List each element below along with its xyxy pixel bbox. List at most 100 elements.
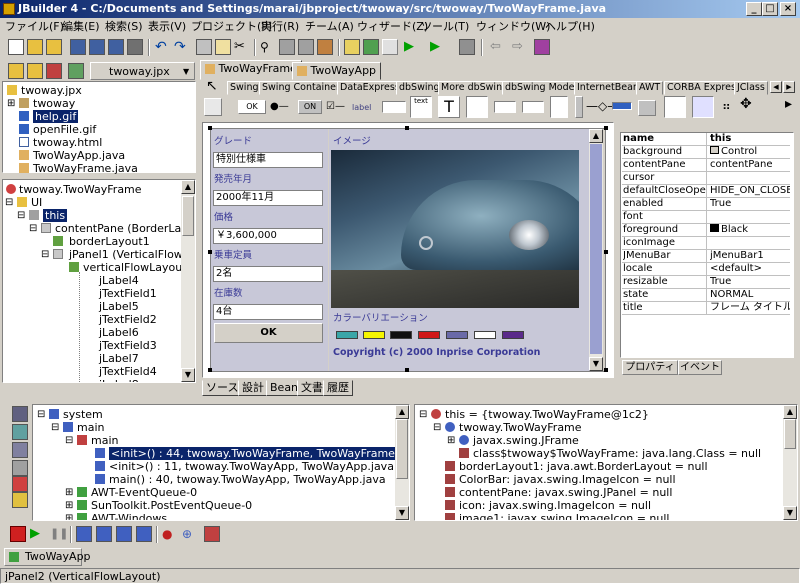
palette-scroll-right[interactable]: ▶: [783, 81, 795, 93]
ok-button[interactable]: OK: [214, 323, 323, 343]
close-file-icon[interactable]: [127, 39, 143, 55]
structure-item[interactable]: jTextField4: [99, 365, 157, 378]
color-swatch[interactable]: [363, 331, 385, 339]
project-item[interactable]: twoway: [33, 97, 75, 110]
variable-item[interactable]: class$twoway$TwoWayFrame: java.lang.Clas…: [473, 447, 761, 460]
jlist-palette-icon[interactable]: [550, 96, 568, 118]
stack-frame-selected[interactable]: <init>() : 44, twoway.TwoWayFrame, TwoWa…: [109, 447, 409, 460]
collapse-icon[interactable]: ⊟: [433, 421, 441, 434]
structure-item[interactable]: verticalFlowLayout1: [83, 261, 194, 274]
property-row[interactable]: title フレーム タイトル: [622, 302, 790, 315]
scroll-up-arrow[interactable]: ▲: [395, 405, 409, 419]
selection-handle[interactable]: [208, 368, 212, 372]
step-icon[interactable]: [459, 39, 475, 55]
jprogressbar-palette-icon[interactable]: [612, 102, 632, 110]
menu-help[interactable]: ヘルプ(H): [545, 19, 595, 34]
property-row[interactable]: font: [622, 211, 790, 224]
project-selector[interactable]: twoway.jpx ▼: [90, 62, 195, 80]
project-item-selected[interactable]: help.gif: [33, 110, 79, 123]
selection-handle[interactable]: [604, 126, 608, 130]
palette-tab-dbswing[interactable]: dbSwing: [396, 81, 443, 95]
structure-item[interactable]: jLabel4: [99, 274, 139, 287]
collapse-icon[interactable]: ⊟: [37, 408, 45, 421]
tab-twowayapp[interactable]: TwoWayApp: [292, 62, 382, 80]
property-row[interactable]: defaultCloseOper... HIDE_ON_CLOSE: [622, 185, 790, 198]
palette-tab-corba-express[interactable]: CORBA Express: [664, 81, 744, 95]
color-swatch[interactable]: [418, 331, 440, 339]
property-value[interactable]: this: [710, 133, 790, 145]
tab-source[interactable]: ソース: [202, 380, 243, 396]
debug-console-icon[interactable]: [12, 492, 28, 508]
palette-scroll-left[interactable]: ◀: [770, 81, 782, 93]
selection-handle[interactable]: [405, 368, 409, 372]
property-value[interactable]: [710, 211, 790, 223]
scroll-down-arrow[interactable]: ▼: [181, 368, 195, 382]
expand-icon[interactable]: ⊞: [65, 512, 73, 520]
palette-tab-awt[interactable]: AWT: [636, 81, 664, 95]
thread-item[interactable]: SunToolkit.PostEventQueue-0: [91, 499, 252, 512]
jtextpane-palette-icon[interactable]: T: [438, 96, 460, 118]
expand-icon[interactable]: ⊞: [7, 97, 15, 110]
palette-tab-dataexpress[interactable]: DataExpress: [337, 81, 403, 95]
copy-icon[interactable]: [196, 39, 212, 55]
selection-handle[interactable]: [405, 126, 409, 130]
project-item[interactable]: twoway.html: [33, 136, 102, 149]
variable-item[interactable]: twoway.TwoWayFrame: [459, 421, 582, 434]
redo-icon[interactable]: ↷: [174, 39, 190, 55]
forward-icon[interactable]: ⇨: [512, 39, 528, 55]
project-item[interactable]: TwoWayFrame.java: [33, 162, 138, 175]
jseparator-palette-icon[interactable]: [638, 100, 656, 116]
jbutton-palette-icon[interactable]: OK: [238, 100, 266, 114]
scroll-thumb[interactable]: [784, 419, 796, 449]
project-remove-icon[interactable]: [46, 63, 62, 79]
back-icon[interactable]: ⇦: [490, 39, 506, 55]
property-value[interactable]: NORMAL: [710, 289, 790, 301]
color-swatch[interactable]: [474, 331, 496, 339]
debug-classes-icon[interactable]: [12, 442, 28, 458]
structure-item[interactable]: contentPane (BorderLayou: [55, 222, 195, 235]
expand-icon[interactable]: ⊞: [65, 486, 73, 499]
structure-item-selected[interactable]: this: [43, 209, 68, 222]
project-open-icon[interactable]: [8, 63, 24, 79]
color-swatch[interactable]: [502, 331, 524, 339]
tab-design[interactable]: 設計: [238, 380, 268, 396]
capacity-field[interactable]: 2名: [213, 266, 323, 282]
menu-file[interactable]: ファイル(F): [5, 19, 64, 34]
property-row[interactable]: enabled True: [622, 198, 790, 211]
add-breakpoint-icon[interactable]: ●: [162, 526, 178, 542]
step-out-icon[interactable]: [116, 526, 132, 542]
collapse-icon[interactable]: ⊟: [51, 421, 59, 434]
thread-item[interactable]: main: [91, 434, 118, 447]
property-value[interactable]: Control: [710, 146, 790, 158]
structure-item[interactable]: UI: [31, 196, 42, 209]
debug-data-icon[interactable]: [12, 460, 28, 476]
project-item[interactable]: twoway.jpx: [21, 84, 82, 97]
replace-icon[interactable]: [298, 39, 314, 55]
tab-twowayframe[interactable]: TwoWayFrame: [200, 60, 302, 80]
color-swatch[interactable]: [446, 331, 468, 339]
structure-item[interactable]: jTextField2: [99, 313, 157, 326]
save-project-icon[interactable]: [108, 39, 124, 55]
palette-tab-more-dbswing[interactable]: More dbSwing: [438, 81, 512, 95]
scroll-down-arrow[interactable]: ▼: [783, 506, 797, 520]
debug-breakpoints-icon[interactable]: [12, 476, 28, 492]
jpasswordfield-palette-icon[interactable]: [494, 101, 516, 113]
expand-icon[interactable]: ⊞: [447, 434, 455, 447]
palette-tab-swing-containers[interactable]: Swing Containers: [259, 81, 348, 95]
project-item[interactable]: TwoWayApp.java: [33, 149, 125, 162]
collapse-icon[interactable]: ⊟: [29, 222, 37, 235]
property-row[interactable]: locale <default>: [622, 263, 790, 276]
variable-item[interactable]: javax.swing.JFrame: [473, 434, 579, 447]
property-row[interactable]: resizable True: [622, 276, 790, 289]
stack-frame[interactable]: main() : 40, twoway.TwoWayApp, TwoWayApp…: [109, 473, 386, 486]
selection-handle[interactable]: [208, 250, 212, 254]
save-all-icon[interactable]: [89, 39, 105, 55]
tab-history[interactable]: 履歴: [323, 380, 353, 396]
collapse-icon[interactable]: ⊟: [17, 209, 25, 222]
show-frame-icon[interactable]: [204, 526, 220, 542]
menu-wizard[interactable]: ウィザード(Z): [357, 19, 428, 34]
variable-item[interactable]: this = {twoway.TwoWayFrame@1c2}: [445, 408, 649, 421]
stop-icon[interactable]: [10, 526, 26, 542]
jtextarea-palette-icon[interactable]: text: [410, 96, 432, 118]
menu-window[interactable]: ウィンドウ(W): [476, 19, 550, 34]
